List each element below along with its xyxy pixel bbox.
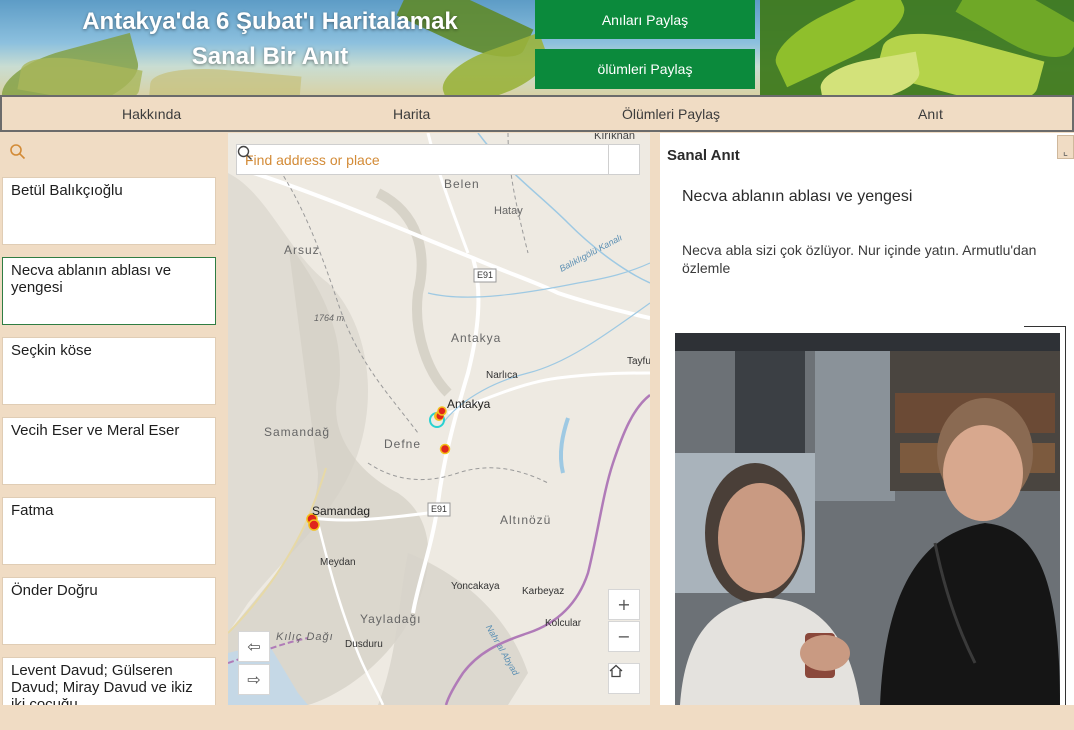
map-label: Hatay (494, 205, 523, 217)
share-memories-button[interactable]: Anıları Paylaş (535, 0, 755, 39)
list-item[interactable]: Betül Balıkçıoğlu (2, 177, 216, 245)
expand-panel-button[interactable]: ⌞ (1057, 135, 1074, 159)
nav-item-share-deaths[interactable]: Ölümleri Paylaş (622, 106, 720, 122)
site-title-line1: Antakya'da 6 Şubat'ı Haritalamak (82, 8, 458, 35)
map-label: Samandağ (264, 425, 331, 439)
map-view[interactable]: Kırıkhan Belen Hatay Arsuz Balıklıgölü K… (228, 133, 650, 705)
header-banner: Antakya'da 6 Şubat'ı Haritalamak Sanal B… (0, 0, 1074, 95)
map-label: Dusduru (345, 639, 383, 650)
map-label: Yoncakaya (451, 581, 500, 592)
nav-item-about[interactable]: Hakkında (122, 106, 181, 122)
map-label: Kılıç Dağı (276, 631, 334, 643)
map-label: Belen (444, 177, 480, 191)
site-title-line2: Sanal Bir Anıt (191, 43, 349, 70)
list-item[interactable]: Vecih Eser ve Meral Eser (2, 417, 216, 485)
memorial-photo (675, 333, 1060, 705)
map-label: Altınözü (500, 513, 552, 527)
arrow-left-icon: ⇦ (247, 637, 261, 656)
list-item[interactable]: Levent Davud; Gülseren Davud; Miray Davu… (2, 657, 216, 705)
map-basemap (228, 133, 650, 705)
list-item-selected[interactable]: Necva ablanın ablası ve yengesi (2, 257, 216, 325)
map-label: Tayfu (627, 356, 650, 367)
nav-item-map[interactable]: Harita (393, 106, 430, 122)
list-item[interactable]: Fatma (2, 497, 216, 565)
map-label: Arsuz (284, 243, 320, 257)
arrow-right-icon: ⇨ (247, 670, 261, 689)
share-deaths-button[interactable]: ölümleri Paylaş (535, 49, 755, 89)
map-label: Kolcular (545, 618, 582, 629)
map-label: Narlıca (486, 370, 518, 381)
map-label: Yayladağı (360, 612, 422, 626)
map-label: Karbeyaz (522, 586, 565, 597)
memorial-title: Necva ablanın ablası ve yengesi (682, 188, 913, 205)
map-label: Samandag (312, 504, 371, 518)
home-icon (609, 664, 623, 678)
search-icon (237, 145, 252, 160)
nav-item-memorial[interactable]: Anıt (918, 106, 943, 122)
map-back-button[interactable]: ⇦ (238, 631, 270, 662)
memorial-detail-panel: Sanal Anıt Necva ablanın ablası ve yenge… (660, 133, 1074, 705)
map-label: Meydan (320, 557, 356, 568)
map-label: E91 (431, 504, 448, 514)
footer-bar (0, 705, 1074, 730)
map-label: Kırıkhan (594, 133, 635, 142)
map-label: Antakya (447, 397, 491, 411)
main-nav: Hakkında Harita Ölümleri Paylaş Anıt (0, 95, 1074, 132)
list-item[interactable]: Seçkin köse (2, 337, 216, 405)
search-icon[interactable] (9, 143, 27, 165)
app-root: Antakya'da 6 Şubat'ı Haritalamak Sanal B… (0, 0, 1074, 730)
map-label: Antakya (451, 331, 502, 345)
panel-heading: Sanal Anıt (667, 147, 740, 164)
memorial-message: Necva abla sizi çok özlüyor. Nur içinde … (682, 242, 1037, 276)
map-forward-button[interactable]: ⇨ (238, 664, 270, 695)
home-button[interactable] (608, 663, 640, 694)
memorial-list: Betül Balıkçıoğlu Necva ablanın ablası v… (0, 133, 224, 705)
map-label: Defne (384, 437, 422, 451)
site-title: Antakya'da 6 Şubat'ı Haritalamak Sanal B… (60, 4, 480, 74)
expand-icon: ⌞ (1062, 145, 1069, 158)
map-search-button[interactable] (237, 145, 639, 174)
list-item[interactable]: Önder Doğru (2, 577, 216, 645)
map-search-bar (236, 144, 640, 175)
address-search-input[interactable] (237, 145, 608, 174)
zoom-out-button[interactable]: − (608, 621, 640, 652)
map-label: E91 (477, 270, 494, 280)
map-label: 1764 m (314, 313, 345, 323)
zoom-in-button[interactable]: + (608, 589, 640, 620)
